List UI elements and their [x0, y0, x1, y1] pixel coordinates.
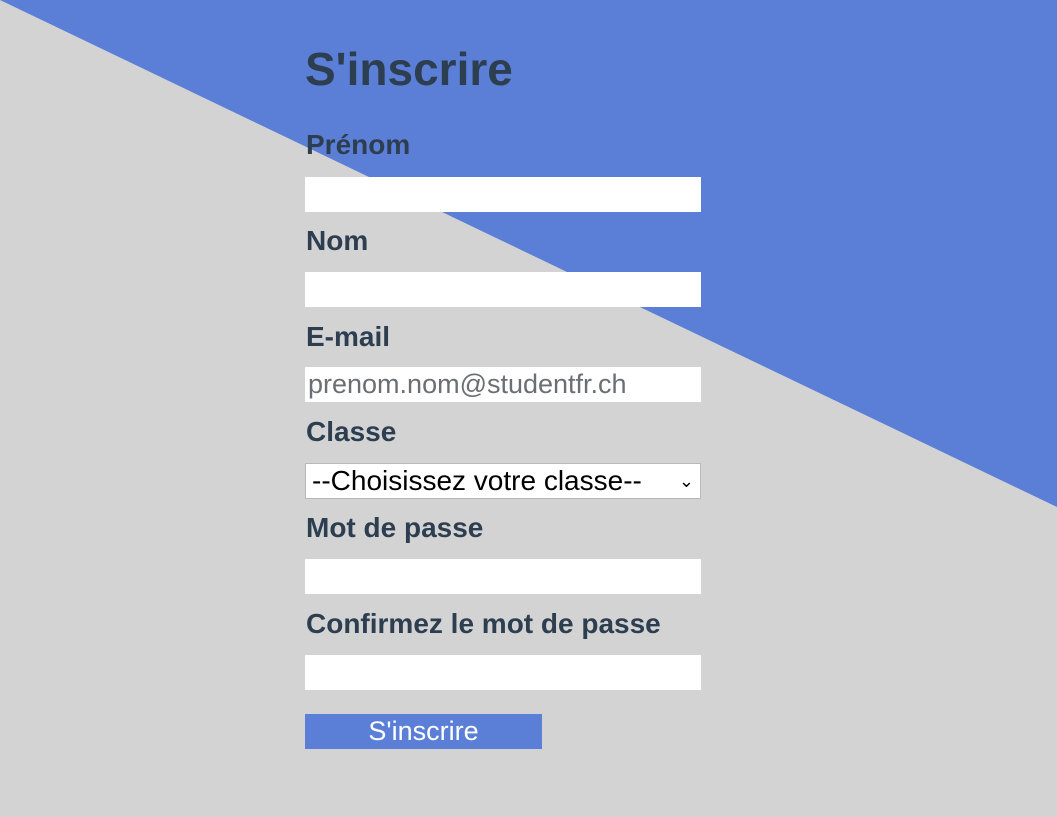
- submit-button[interactable]: S'inscrire: [305, 714, 542, 749]
- first-name-field[interactable]: [305, 177, 701, 212]
- confirm-password-field[interactable]: [305, 655, 701, 690]
- last-name-label: Nom: [306, 225, 369, 256]
- email-label: E-mail: [306, 321, 391, 352]
- first-name-label: Prénom: [306, 129, 411, 160]
- chevron-down-icon: ⌄: [678, 471, 694, 491]
- last-name-field[interactable]: [305, 272, 701, 307]
- class-select[interactable]: --Choisissez votre classe-- ⌄: [305, 463, 701, 499]
- email-field[interactable]: [305, 367, 701, 402]
- confirm-password-label: Confirmez le mot de passe: [306, 608, 661, 639]
- background-diagonal: [0, 0, 1057, 507]
- password-field[interactable]: [305, 559, 701, 594]
- class-label: Classe: [306, 416, 397, 447]
- class-select-value: --Choisissez votre classe--: [312, 465, 642, 496]
- page-title: S'inscrire: [305, 43, 513, 95]
- password-label: Mot de passe: [306, 512, 484, 543]
